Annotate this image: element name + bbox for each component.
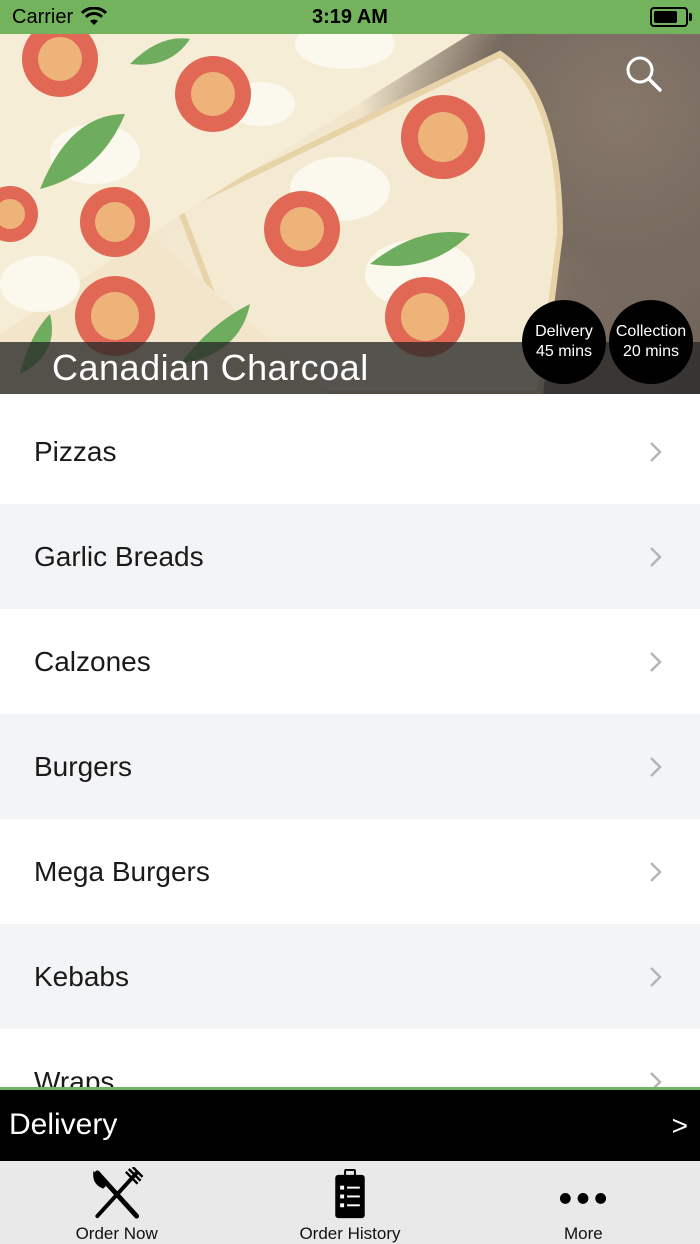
collection-badge-time: 20 mins	[622, 343, 680, 360]
category-row-pizzas[interactable]: Pizzas	[0, 399, 700, 504]
category-label: Pizzas	[34, 435, 117, 467]
chevron-right-icon	[650, 756, 662, 777]
clipboard-list-icon	[335, 1168, 365, 1219]
delivery-badge-label: Delivery	[535, 323, 593, 340]
category-label: Wraps	[34, 1065, 115, 1088]
chevron-right-icon	[650, 861, 662, 882]
category-label: Calzones	[34, 645, 151, 677]
delivery-time-badge: Delivery 45 mins	[522, 300, 606, 384]
category-label: Burgers	[34, 750, 133, 782]
category-row-calzones[interactable]: Calzones	[0, 609, 700, 714]
chevron-right-icon	[650, 546, 662, 567]
category-label: Kebabs	[34, 960, 129, 992]
hero-banner: Canadian Charcoal Delivery 45 mins Colle…	[0, 34, 700, 394]
chevron-right-icon	[650, 441, 662, 462]
battery-icon	[650, 7, 692, 27]
category-label: Garlic Breads	[34, 540, 204, 572]
battery-level	[654, 11, 677, 23]
fork-knife-icon	[92, 1167, 144, 1219]
chevron-right-icon	[650, 1071, 662, 1087]
search-icon	[626, 56, 662, 92]
tab-label: Order Now	[75, 1224, 158, 1243]
chevron-right-icon	[650, 966, 662, 987]
status-time: 3:19 AM	[312, 6, 388, 28]
category-row-garlic-breads[interactable]: Garlic Breads	[0, 504, 700, 609]
delivery-mode-label: Delivery	[9, 1108, 118, 1141]
tab-label: More	[563, 1224, 603, 1243]
delivery-badge-time: 45 mins	[535, 343, 593, 360]
search-button[interactable]	[624, 54, 664, 94]
delivery-arrow-icon: >	[671, 1110, 688, 1141]
collection-time-badge: Collection 20 mins	[609, 300, 693, 384]
status-bar: Carrier 3:19 AM	[0, 0, 700, 34]
more-dots-icon	[560, 1193, 607, 1204]
category-list: Pizzas Garlic Breads Calzones Burgers Me…	[0, 399, 700, 1087]
tab-order-now[interactable]: Order Now	[0, 1161, 233, 1244]
chevron-right-icon	[650, 651, 662, 672]
tab-more[interactable]: More	[467, 1161, 700, 1244]
category-row-wraps[interactable]: Wraps	[0, 1029, 700, 1087]
tab-order-history[interactable]: Order History	[233, 1161, 466, 1244]
category-row-mega-burgers[interactable]: Mega Burgers	[0, 819, 700, 924]
tab-label: Order History	[299, 1224, 401, 1243]
category-row-kebabs[interactable]: Kebabs	[0, 924, 700, 1029]
category-row-burgers[interactable]: Burgers	[0, 714, 700, 819]
restaurant-name: Canadian Charcoal	[52, 347, 369, 388]
delivery-mode-bar[interactable]: Delivery >	[0, 1090, 700, 1161]
bottom-tab-bar: Order Now Order History More	[0, 1161, 700, 1244]
category-label: Mega Burgers	[34, 855, 210, 887]
collection-badge-label: Collection	[615, 323, 687, 340]
